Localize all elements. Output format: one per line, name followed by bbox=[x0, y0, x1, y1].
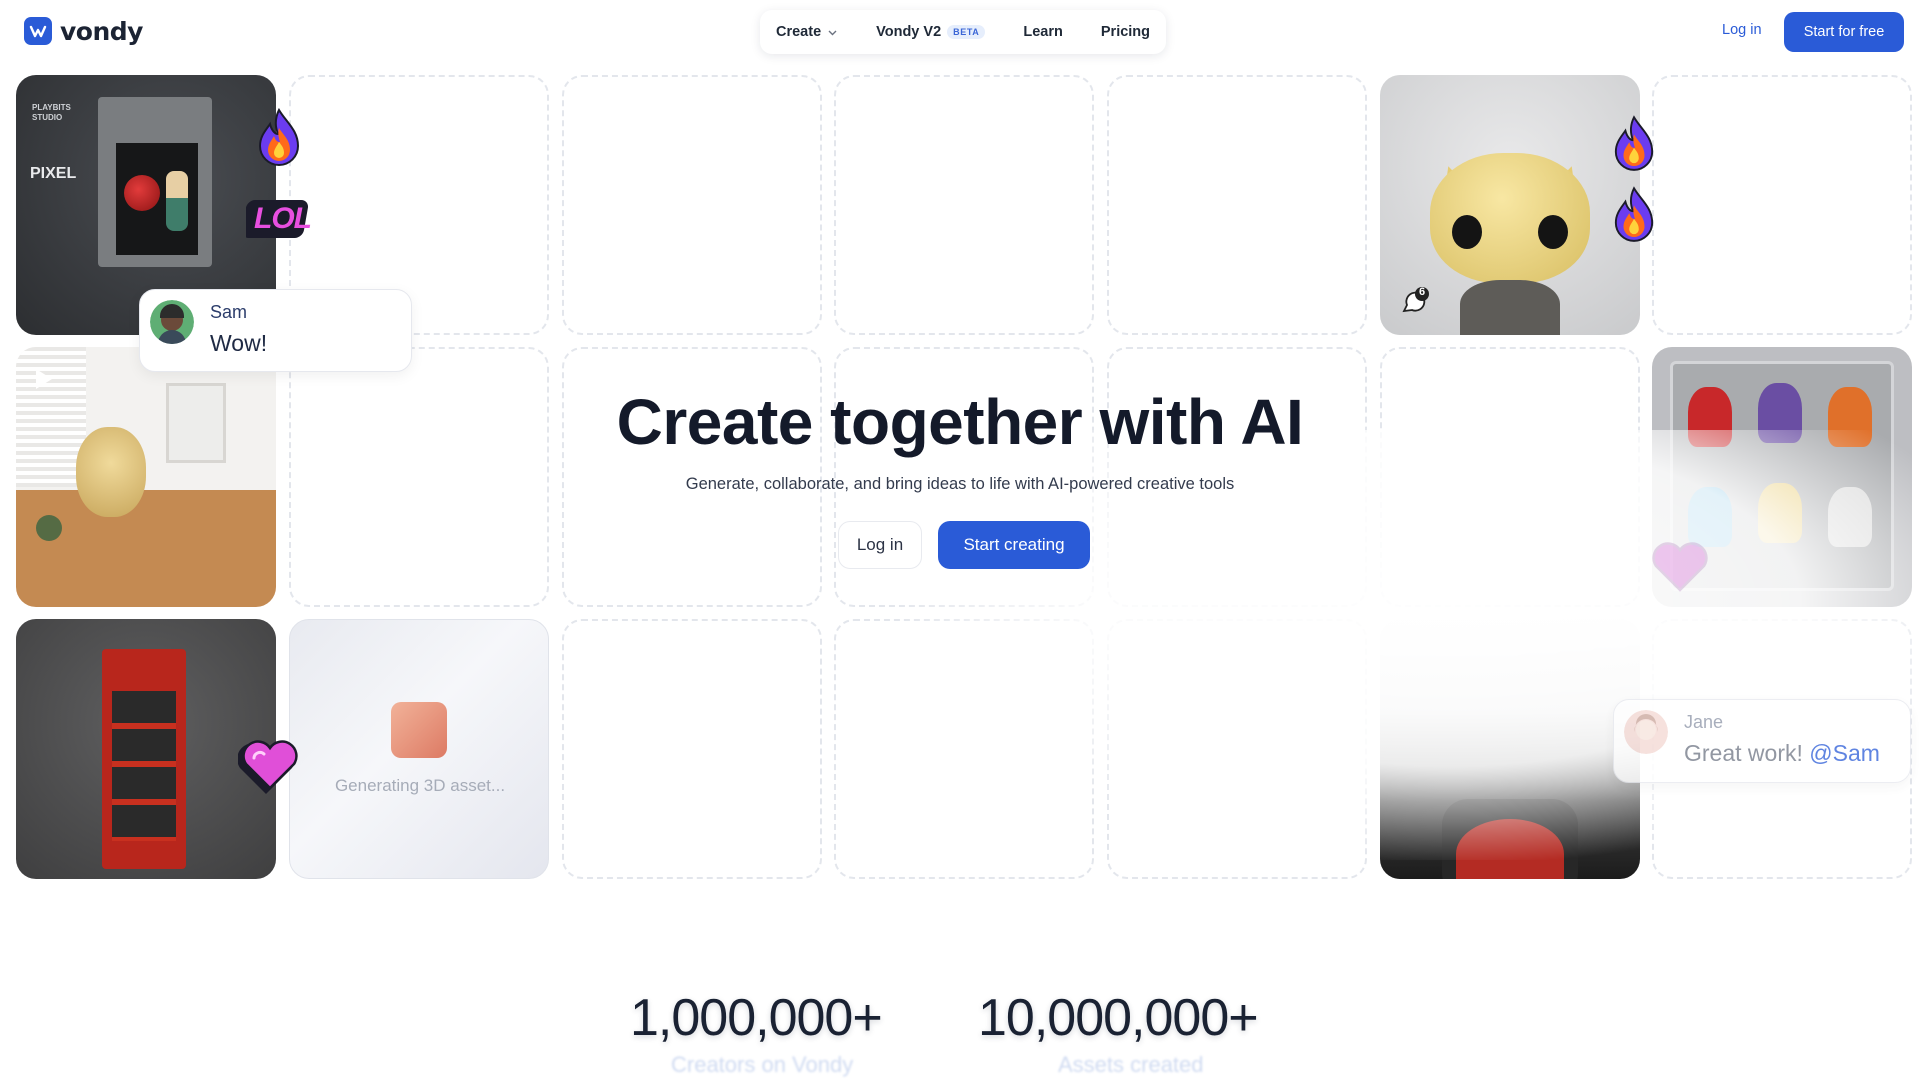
cat-figure bbox=[166, 171, 188, 231]
comment-count: 6 bbox=[1418, 286, 1426, 298]
stat-creators-value: 1,000,000+ bbox=[630, 989, 883, 1047]
cat-eye bbox=[1538, 215, 1568, 249]
nav-vondy-v2[interactable]: Vondy V2 BETA bbox=[876, 24, 986, 40]
header-login-link[interactable]: Log in bbox=[1722, 22, 1762, 38]
nav-learn[interactable]: Learn bbox=[1023, 24, 1063, 40]
cat-eye bbox=[1452, 215, 1482, 249]
fire-emoji-icon bbox=[1614, 115, 1654, 171]
stat-assets-value: 10,000,000+ bbox=[978, 989, 1259, 1047]
playbits-brand-line: STUDIO bbox=[32, 113, 63, 122]
red-button-package-image bbox=[1380, 619, 1640, 879]
heart-emoji-icon bbox=[1652, 542, 1708, 592]
stat-assets-label: Assets created bbox=[1058, 1052, 1204, 1077]
hero-title: Create together with AI bbox=[616, 386, 1304, 458]
fire-emoji-icon bbox=[258, 108, 300, 166]
stat-creators-label: Creators on Vondy bbox=[671, 1052, 854, 1077]
empty-grid-cell bbox=[1652, 75, 1912, 335]
hero-login-button[interactable]: Log in bbox=[838, 521, 922, 569]
playbits-brand-line: PLAYBITS bbox=[32, 103, 71, 112]
display-stand-image bbox=[16, 619, 276, 879]
chat-author-name: Sam bbox=[210, 302, 248, 322]
comment-count-badge[interactable]: 6 bbox=[1400, 286, 1429, 315]
chat-bubble-jane: Jane Great work! @Sam bbox=[1613, 699, 1911, 783]
logo-text: vondy bbox=[60, 16, 143, 46]
vondy-logo-icon bbox=[24, 17, 52, 45]
beta-badge: BETA bbox=[947, 25, 986, 39]
chat-message: Wow! bbox=[210, 330, 268, 356]
chat-author-name: Jane bbox=[1684, 712, 1724, 732]
chat-mention[interactable]: @Sam bbox=[1809, 740, 1880, 766]
chat-bubble-sam: Sam Wow! bbox=[139, 289, 412, 372]
nav-pricing[interactable]: Pricing bbox=[1101, 24, 1150, 40]
hero-subtitle: Generate, collaborate, and bring ideas t… bbox=[685, 475, 1235, 493]
generating-asset-tile: Generating 3D asset... bbox=[289, 619, 549, 879]
pixel-label: PIXEL bbox=[30, 165, 77, 182]
avatar bbox=[150, 300, 194, 344]
nav-vondy-v2-label: Vondy V2 bbox=[876, 24, 942, 40]
empty-grid-cell bbox=[1107, 75, 1367, 335]
heart-emoji-icon bbox=[238, 740, 298, 794]
lol-sticker: LOL bbox=[241, 196, 312, 242]
chevron-down-icon bbox=[828, 30, 837, 35]
chat-message: Great work! @Sam bbox=[1684, 740, 1880, 767]
cat-body bbox=[1460, 280, 1560, 335]
generating-thumbnail bbox=[391, 702, 447, 758]
start-creating-button[interactable]: Start creating bbox=[938, 521, 1090, 569]
start-for-free-button[interactable]: Start for free bbox=[1784, 12, 1904, 52]
vondy-logo[interactable]: vondy bbox=[24, 16, 143, 46]
nav-create-label: Create bbox=[776, 24, 822, 40]
empty-grid-cell bbox=[834, 75, 1094, 335]
chat-message-text: Great work! bbox=[1684, 740, 1803, 766]
potted-plant bbox=[36, 515, 62, 541]
cat-head bbox=[1430, 153, 1590, 283]
red-ball-figure bbox=[124, 175, 160, 211]
yellow-cat-figure-image: 6 bbox=[1380, 75, 1640, 335]
avatar bbox=[1624, 710, 1668, 754]
nav-create[interactable]: Create bbox=[776, 24, 838, 40]
generating-status-text: Generating 3D asset... bbox=[334, 776, 506, 795]
empty-grid-cell bbox=[1107, 619, 1367, 879]
empty-grid-cell bbox=[562, 75, 822, 335]
main-nav: Create Vondy V2 BETA Learn Pricing bbox=[760, 10, 1167, 54]
fire-emoji-icon bbox=[1614, 186, 1654, 242]
empty-grid-cell bbox=[834, 619, 1094, 879]
playbits-brand: PLAYBITS STUDIO bbox=[32, 103, 71, 123]
lol-text: LOL bbox=[254, 202, 312, 235]
stand-shelves bbox=[112, 691, 176, 841]
empty-grid-cell bbox=[562, 619, 822, 879]
white-figure bbox=[1828, 487, 1872, 547]
